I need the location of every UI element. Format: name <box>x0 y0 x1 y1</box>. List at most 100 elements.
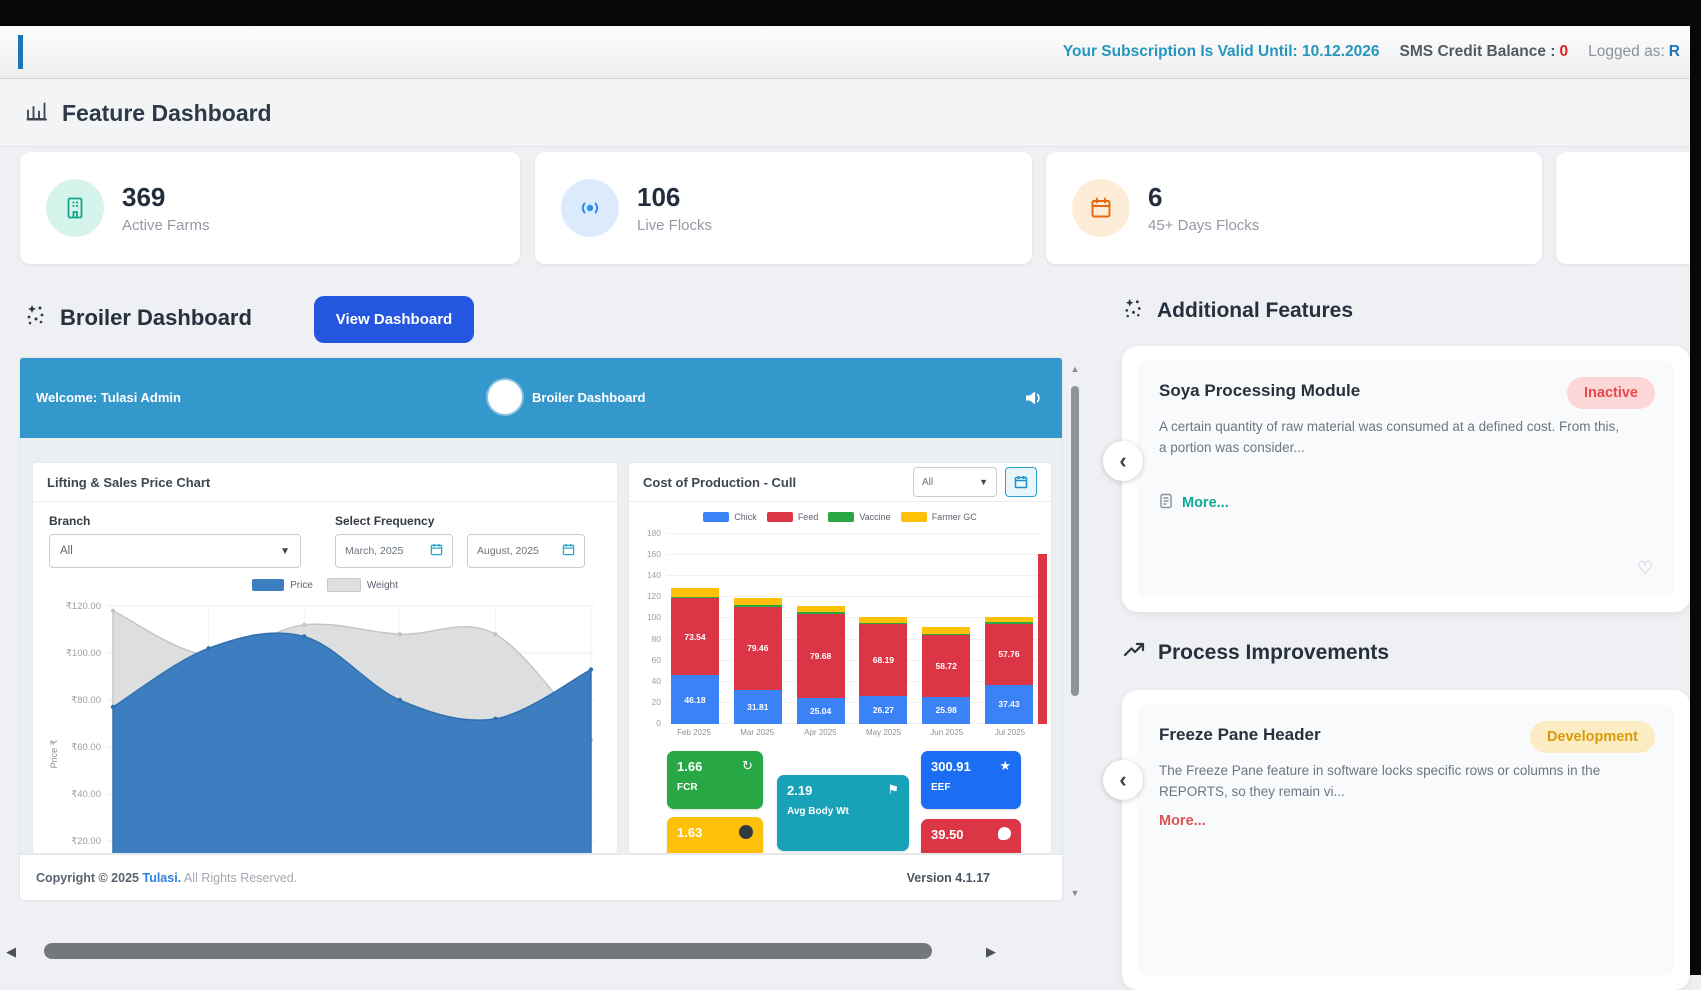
scroll-left-arrow-icon[interactable]: ◀ <box>6 944 16 960</box>
sms-credit-label: SMS Credit Balance : <box>1400 43 1556 60</box>
legend-swatch <box>703 512 729 522</box>
date-to-input[interactable]: August, 2025 <box>467 534 585 568</box>
legend-item[interactable]: Feed <box>767 512 819 522</box>
bar-chart-legend: Chick Feed Vaccine Farmer GC <box>629 502 1051 526</box>
card-footer: More... <box>1159 813 1653 829</box>
panel-header: Cost of Production - Cull All ▼ <box>629 463 1051 502</box>
sms-credit-value: 0 <box>1559 43 1568 60</box>
y-axis-tick: 160 <box>637 549 661 559</box>
cost-calendar-button[interactable] <box>1005 467 1037 497</box>
bar-segment-chick: 46.18 <box>671 675 719 724</box>
bar-segment-feed: 58.72 <box>922 635 970 697</box>
y-axis-tick: ₹40.00 <box>71 789 101 800</box>
data-point <box>493 717 497 721</box>
cost-of-production-panel: Cost of Production - Cull All ▼ Chick Fee… <box>628 462 1052 854</box>
y-axis-tick: 120 <box>637 591 661 601</box>
horizontal-scrollbar-thumb[interactable] <box>44 943 932 959</box>
bar-may-2025: 26.2768.19 <box>859 617 907 724</box>
app-header: Your Subscription Is Valid Until: 10.12.… <box>0 26 1690 79</box>
scroll-down-arrow-icon[interactable]: ▼ <box>1069 888 1081 898</box>
kpi-value: 300.91 <box>931 759 971 774</box>
stat-card-45-days-flocks: 6 45+ Days Flocks <box>1046 152 1542 264</box>
carousel-prev-button[interactable]: ‹ <box>1103 760 1143 800</box>
sparkles-icon <box>1122 297 1145 325</box>
date-range-inputs: March, 2025 August, 2025 <box>335 534 585 568</box>
data-point <box>111 609 115 613</box>
frequency-label: Select Frequency <box>335 514 585 528</box>
flag-icon: ⚑ <box>887 783 899 796</box>
more-link[interactable]: More... <box>1159 813 1206 829</box>
bar-apr-2025: 25.0479.68 <box>797 606 845 724</box>
kpi-value: 1.66 <box>677 759 702 774</box>
data-point <box>302 623 306 627</box>
scroll-up-arrow-icon[interactable]: ▲ <box>1069 364 1081 374</box>
feature-description: The Freeze Pane feature in software lock… <box>1159 761 1649 803</box>
scroll-right-arrow-icon[interactable]: ▶ <box>986 944 996 960</box>
x-axis-label: Apr 2025 <box>793 728 847 737</box>
brand-link[interactable]: Tulasi. <box>142 871 181 885</box>
bar-chart-x-labels: Feb 2025Mar 2025Apr 2025May 2025Jun 2025… <box>667 728 1037 737</box>
vertical-scrollbar-thumb[interactable] <box>1071 386 1079 696</box>
cost-filter-select[interactable]: All ▼ <box>913 467 997 497</box>
kpi-card-fcr: 1.66↻ FCR <box>667 751 763 809</box>
data-point <box>398 632 402 636</box>
trending-up-icon <box>1122 638 1146 667</box>
stat-text: 369 Active Farms <box>122 182 210 233</box>
legend-item[interactable]: Weight <box>327 578 398 592</box>
bar-chart-icon <box>24 98 50 129</box>
cost-filter-value: All <box>922 477 933 488</box>
legend-label: Feed <box>798 512 819 522</box>
x-axis-label: Jun 2025 <box>920 728 974 737</box>
bar-segment-feed: 57.76 <box>985 624 1033 685</box>
branch-select[interactable]: All ▼ <box>49 534 301 568</box>
blob-icon <box>998 827 1011 840</box>
card-footer: More... <box>1159 493 1653 514</box>
data-point <box>398 698 402 702</box>
rights-text: All Rights Reserved. <box>184 871 297 885</box>
legend-item[interactable]: Price <box>252 579 313 591</box>
stat-value: 106 <box>637 182 712 213</box>
stat-card-live-flocks: 106 Live Flocks <box>535 152 1032 264</box>
welcome-text: Welcome: Tulasi Admin <box>36 390 181 405</box>
kpi-label: FCR <box>677 782 753 793</box>
legend-swatch <box>901 512 927 522</box>
legend-label: Weight <box>367 580 398 591</box>
dot-icon <box>739 825 753 839</box>
x-axis-label: Feb 2025 <box>667 728 721 737</box>
bar-segment-chick: 25.04 <box>797 698 845 724</box>
view-dashboard-button[interactable]: View Dashboard <box>314 296 474 343</box>
calendar-icon <box>1072 179 1130 237</box>
carousel-prev-button[interactable]: ‹ <box>1103 441 1143 481</box>
legend-label: Chick <box>734 512 757 522</box>
broiler-dashboard-preview[interactable]: Welcome: Tulasi Admin Broiler Dashboard … <box>20 358 1062 900</box>
live-broadcast-icon <box>561 179 619 237</box>
x-axis-label: Mar 2025 <box>730 728 784 737</box>
speaker-icon[interactable] <box>1024 389 1044 412</box>
bars-row: 46.1873.5431.8179.4625.0479.6826.2768.19… <box>667 534 1037 724</box>
date-from-input[interactable]: March, 2025 <box>335 534 453 568</box>
legend-item[interactable]: Vaccine <box>828 512 890 522</box>
preview-title-group: Broiler Dashboard <box>488 380 645 414</box>
section-title: Broiler Dashboard <box>60 305 252 331</box>
legend-item[interactable]: Chick <box>703 512 757 522</box>
data-point <box>589 667 593 671</box>
legend-swatch <box>767 512 793 522</box>
bar-segment-farmer-gc <box>671 588 719 596</box>
stat-label: Live Flocks <box>637 217 712 234</box>
legend-item[interactable]: Farmer GC <box>901 512 977 522</box>
page-title: Feature Dashboard <box>62 100 272 127</box>
data-point <box>111 705 115 709</box>
stat-label: 45+ Days Flocks <box>1148 217 1259 234</box>
bar-segment-chick: 26.27 <box>859 696 907 724</box>
more-link[interactable]: More... <box>1182 495 1229 511</box>
kpi-cards-area: 1.66↻ FCR 1.63 2.19⚑ Avg Body Wt 300.91★… <box>629 745 1051 854</box>
vertical-scrollbar[interactable]: ▲ ▼ <box>1068 360 1082 900</box>
bar-segment-feed: 68.19 <box>859 624 907 696</box>
section-title: Additional Features <box>1157 299 1353 323</box>
additional-features-heading: Additional Features <box>1122 297 1353 325</box>
heart-icon[interactable]: ♡ <box>1637 558 1653 579</box>
logged-as-group: Logged as:R <box>1588 43 1680 61</box>
chart-controls: Branch All ▼ Select Frequency March, 202… <box>33 502 617 570</box>
chevron-down-icon: ▼ <box>979 477 988 487</box>
y-axis-tick: 60 <box>637 655 661 665</box>
